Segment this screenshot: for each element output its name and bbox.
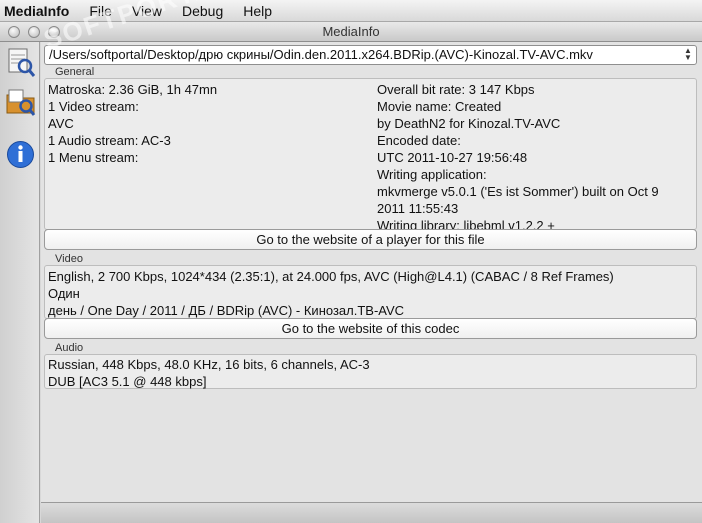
menu-help[interactable]: Help: [233, 3, 282, 19]
general-left-line: AVC: [48, 116, 74, 131]
audio-line: DUB [AC3 5.1 @ 448 kbps]: [48, 374, 207, 389]
general-left-line: 1 Video stream:: [48, 99, 139, 114]
general-right-line: Movie name: Created: [377, 99, 502, 114]
general-right-line: Overall bit rate: 3 147 Kbps: [377, 82, 535, 97]
video-line: Один: [48, 286, 80, 301]
main-panel: /Users/softportal/Desktop/дрю скрины/Odi…: [41, 42, 702, 502]
general-right-line: UTC 2011-10-27 19:56:48: [377, 150, 528, 165]
general-right-line: Writing library: libebml v1.2.2 +: [377, 218, 555, 229]
toolbar: [0, 42, 40, 523]
audio-info-box: Russian, 448 Kbps, 48.0 KHz, 16 bits, 6 …: [44, 354, 697, 389]
menu-view[interactable]: View: [122, 3, 172, 19]
menu-bar: MediaInfo File View Debug Help: [0, 0, 702, 22]
player-website-button[interactable]: Go to the website of a player for this f…: [44, 229, 697, 250]
menu-app-name[interactable]: MediaInfo: [0, 3, 79, 19]
info-icon[interactable]: [5, 139, 36, 170]
general-info-box: Matroska: 2.36 GiB, 1h 47mn 1 Video stre…: [44, 78, 697, 230]
audio-section-label: Audio: [55, 342, 84, 354]
general-right-line: mkvmerge v5.0.1 ('Es ist Sommer') built …: [377, 184, 659, 199]
window-bottom-bar: [41, 502, 702, 523]
video-info-box: English, 2 700 Kbps, 1024*434 (2.35:1), …: [44, 265, 697, 319]
window-title: MediaInfo: [322, 24, 380, 39]
general-left-line: 1 Audio stream: AC-3: [48, 133, 171, 148]
open-file-icon[interactable]: [5, 47, 36, 78]
menu-debug[interactable]: Debug: [172, 3, 233, 19]
general-right-line: 2011 11:55:43: [377, 201, 459, 216]
audio-line: Russian, 448 Kbps, 48.0 KHz, 16 bits, 6 …: [48, 357, 370, 372]
menu-file[interactable]: File: [79, 3, 122, 19]
open-folder-icon[interactable]: [5, 86, 36, 117]
video-line: English, 2 700 Kbps, 1024*434 (2.35:1), …: [48, 269, 614, 284]
general-left-line: Matroska: 2.36 GiB, 1h 47mn: [48, 82, 218, 97]
select-arrows-icon: ▲ ▼: [684, 46, 692, 62]
window-title-bar[interactable]: MediaInfo: [0, 22, 702, 42]
codec-website-button[interactable]: Go to the website of this codec: [44, 318, 697, 339]
file-path-select[interactable]: /Users/softportal/Desktop/дрю скрины/Odi…: [44, 45, 697, 65]
video-line: день / One Day / 2011 / ДБ / BDRip (AVC)…: [48, 303, 405, 318]
general-right-line: by DeathN2 for Kinozal.TV-AVC: [377, 116, 561, 131]
general-right-line: Writing application:: [377, 167, 487, 182]
video-section-label: Video: [55, 253, 83, 265]
general-left-line: 1 Menu stream:: [48, 150, 139, 165]
file-path-value: /Users/softportal/Desktop/дрю скрины/Odi…: [49, 47, 593, 62]
general-section-label: General: [55, 66, 95, 78]
general-right-line: Encoded date:: [377, 133, 461, 148]
